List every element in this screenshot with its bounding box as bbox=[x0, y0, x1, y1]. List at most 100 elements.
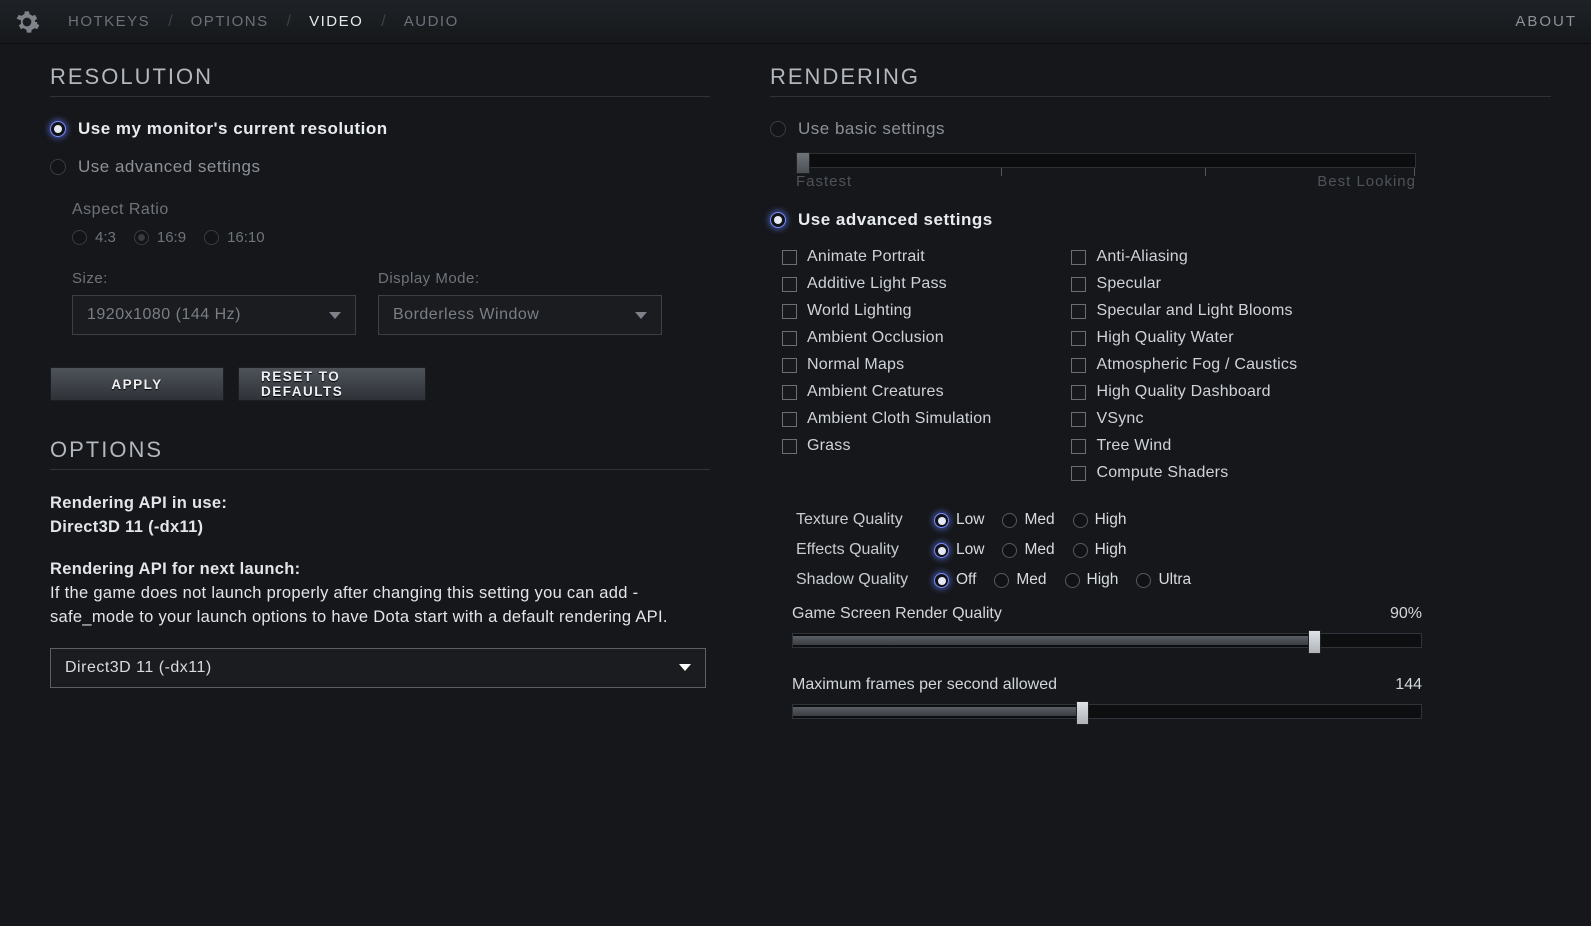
quality-label: Effects Quality bbox=[796, 541, 916, 559]
api-next-block: Rendering API for next launch: If the ga… bbox=[50, 558, 710, 630]
radio-icon bbox=[994, 573, 1009, 588]
checkbox-ambient-occlusion[interactable]: Ambient Occlusion bbox=[782, 329, 991, 347]
tab-audio[interactable]: AUDIO bbox=[404, 13, 459, 30]
checkbox-ambient-creatures[interactable]: Ambient Creatures bbox=[782, 383, 991, 401]
tab-options[interactable]: OPTIONS bbox=[191, 13, 269, 30]
checkbox-label: Atmospheric Fog / Caustics bbox=[1096, 356, 1297, 374]
checkbox-icon bbox=[782, 304, 797, 319]
apply-button[interactable]: APPLY bbox=[50, 367, 224, 401]
topbar: HOTKEYS / OPTIONS / VIDEO / AUDIO ABOUT bbox=[0, 0, 1591, 44]
radio-icon bbox=[1073, 543, 1088, 558]
check-col-left: Animate Portrait Additive Light Pass World… bbox=[782, 248, 991, 491]
radio-icon bbox=[1065, 573, 1080, 588]
divider bbox=[50, 96, 710, 97]
render-quality-slider-block: Game Screen Render Quality 90% bbox=[770, 605, 1551, 648]
quality-opt-label: Low bbox=[956, 541, 984, 559]
dropdown-value: Borderless Window bbox=[393, 306, 539, 324]
quality-opt-low[interactable]: Low bbox=[934, 541, 984, 559]
resolution-radio-monitor[interactable]: Use my monitor's current resolution bbox=[50, 119, 710, 139]
api-dropdown[interactable]: Direct3D 11 (-dx11) bbox=[50, 648, 706, 688]
quality-opt-off[interactable]: Off bbox=[934, 571, 976, 589]
slider-labels: Fastest Best Looking bbox=[796, 173, 1416, 190]
checkbox-specular-and-light-blooms[interactable]: Specular and Light Blooms bbox=[1071, 302, 1297, 320]
quality-opt-label: Off bbox=[956, 571, 976, 589]
fps-slider-block: Maximum frames per second allowed 144 bbox=[770, 676, 1551, 719]
options-heading: OPTIONS bbox=[50, 437, 710, 463]
mode-dropdown[interactable]: Borderless Window bbox=[378, 295, 662, 335]
checkbox-label: Normal Maps bbox=[807, 356, 904, 374]
checkbox-anti-aliasing[interactable]: Anti-Aliasing bbox=[1071, 248, 1297, 266]
checkbox-high-quality-water[interactable]: High Quality Water bbox=[1071, 329, 1297, 347]
checkbox-label: Animate Portrait bbox=[807, 248, 925, 266]
quality-opt-high[interactable]: High bbox=[1065, 571, 1119, 589]
checkbox-icon bbox=[782, 277, 797, 292]
reset-button[interactable]: RESET TO DEFAULTS bbox=[238, 367, 426, 401]
aspect-title: Aspect Ratio bbox=[72, 201, 710, 219]
gear-icon bbox=[14, 9, 40, 35]
fps-slider[interactable] bbox=[792, 704, 1422, 719]
chevron-down-icon bbox=[329, 312, 341, 319]
slider-label: Game Screen Render Quality bbox=[792, 605, 1002, 623]
checkbox-high-quality-dashboard[interactable]: High Quality Dashboard bbox=[1071, 383, 1297, 401]
aspect-16-9[interactable]: 16:9 bbox=[134, 229, 186, 246]
checkbox-label: Tree Wind bbox=[1096, 437, 1171, 455]
checkbox-vsync[interactable]: VSync bbox=[1071, 410, 1297, 428]
quality-opt-med[interactable]: Med bbox=[1002, 511, 1054, 529]
rendering-heading: RENDERING bbox=[770, 64, 1551, 90]
checkbox-icon bbox=[782, 358, 797, 373]
checkbox-icon bbox=[782, 412, 797, 427]
quality-label: Texture Quality bbox=[796, 511, 916, 529]
slider-fill bbox=[793, 707, 1082, 716]
checkbox-normal-maps[interactable]: Normal Maps bbox=[782, 356, 991, 374]
effects-quality-row: Effects Quality Low Med High bbox=[770, 541, 1551, 559]
radio-icon bbox=[1073, 513, 1088, 528]
quality-opt-label: Med bbox=[1024, 541, 1054, 559]
checkbox-grass[interactable]: Grass bbox=[782, 437, 991, 455]
quality-opt-high[interactable]: High bbox=[1073, 541, 1127, 559]
checkbox-label: High Quality Dashboard bbox=[1096, 383, 1270, 401]
slider-thumb[interactable] bbox=[796, 152, 810, 174]
tab-hotkeys[interactable]: HOTKEYS bbox=[68, 13, 150, 30]
about-link[interactable]: ABOUT bbox=[1515, 13, 1577, 30]
quality-opt-med[interactable]: Med bbox=[994, 571, 1046, 589]
basic-quality-slider[interactable]: Fastest Best Looking bbox=[796, 153, 1551, 190]
size-dropdown[interactable]: 1920x1080 (144 Hz) bbox=[72, 295, 356, 335]
rendering-radio-basic[interactable]: Use basic settings bbox=[770, 119, 1551, 139]
radio-label: Use basic settings bbox=[798, 119, 945, 139]
quality-opt-label: High bbox=[1095, 511, 1127, 529]
checkbox-specular[interactable]: Specular bbox=[1071, 275, 1297, 293]
radio-icon bbox=[770, 121, 786, 137]
checkbox-ambient-cloth-simulation[interactable]: Ambient Cloth Simulation bbox=[782, 410, 991, 428]
quality-opt-label: Ultra bbox=[1158, 571, 1191, 589]
checkbox-animate-portrait[interactable]: Animate Portrait bbox=[782, 248, 991, 266]
quality-opt-med[interactable]: Med bbox=[1002, 541, 1054, 559]
aspect-16-10[interactable]: 16:10 bbox=[204, 229, 265, 246]
quality-opt-label: High bbox=[1087, 571, 1119, 589]
quality-opt-label: Med bbox=[1016, 571, 1046, 589]
checkbox-world-lighting[interactable]: World Lighting bbox=[782, 302, 991, 320]
checkbox-label: Compute Shaders bbox=[1096, 464, 1228, 482]
checkbox-atmospheric-fog-caustics[interactable]: Atmospheric Fog / Caustics bbox=[1071, 356, 1297, 374]
checkbox-additive-light-pass[interactable]: Additive Light Pass bbox=[782, 275, 991, 293]
right-column: RENDERING Use basic settings Fastest Bes… bbox=[770, 64, 1551, 719]
checkbox-tree-wind[interactable]: Tree Wind bbox=[1071, 437, 1297, 455]
slider-tick bbox=[1414, 168, 1415, 176]
checkbox-icon bbox=[1071, 466, 1086, 481]
slider-value: 144 bbox=[1395, 676, 1422, 694]
quality-opt-low[interactable]: Low bbox=[934, 511, 984, 529]
radio-icon bbox=[1002, 543, 1017, 558]
slider-thumb[interactable] bbox=[1308, 630, 1321, 654]
radio-label: Use advanced settings bbox=[78, 157, 261, 177]
tab-video[interactable]: VIDEO bbox=[309, 13, 363, 30]
radio-icon bbox=[934, 513, 949, 528]
quality-opt-high[interactable]: High bbox=[1073, 511, 1127, 529]
aspect-4-3[interactable]: 4:3 bbox=[72, 229, 116, 246]
slider-thumb[interactable] bbox=[1076, 701, 1089, 725]
resolution-radio-advanced[interactable]: Use advanced settings bbox=[50, 157, 710, 177]
checkbox-compute-shaders[interactable]: Compute Shaders bbox=[1071, 464, 1297, 482]
quality-opt-ultra[interactable]: Ultra bbox=[1136, 571, 1191, 589]
slider-label: Maximum frames per second allowed bbox=[792, 676, 1057, 694]
rendering-radio-advanced[interactable]: Use advanced settings bbox=[770, 210, 1551, 230]
radio-icon bbox=[1002, 513, 1017, 528]
render-quality-slider[interactable] bbox=[792, 633, 1422, 648]
